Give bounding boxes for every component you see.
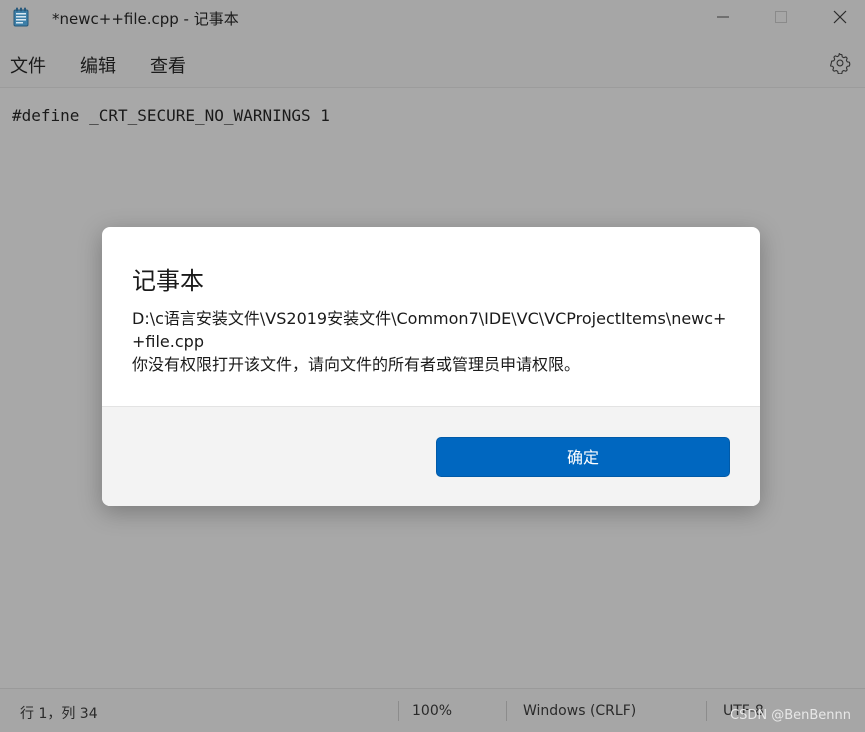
dialog-message: D:\c语言安装文件\VS2019安装文件\Common7\IDE\VC\VCP… <box>132 307 732 376</box>
line-ending: Windows (CRLF) <box>523 703 637 719</box>
notepad-icon <box>13 7 29 27</box>
title-bar: *newc++file.cpp - 记事本 <box>0 0 865 36</box>
window-title: *newc++file.cpp - 记事本 <box>52 10 239 28</box>
minimize-button[interactable] <box>700 0 746 34</box>
status-divider <box>706 701 707 721</box>
dialog-path-line1: D:\c语言安装文件\VS2019安装文件\Common7\IDE\VC\VCP… <box>132 309 727 328</box>
dialog-path-line2: +file.cpp <box>132 332 204 351</box>
dialog-footer: 确定 <box>102 406 760 506</box>
close-button[interactable] <box>817 0 863 34</box>
error-dialog: 记事本 D:\c语言安装文件\VS2019安装文件\Common7\IDE\VC… <box>102 227 760 506</box>
zoom-level: 100% <box>412 703 453 719</box>
cursor-position: 行 1，列 34 <box>20 706 98 722</box>
status-divider <box>398 701 399 721</box>
status-divider <box>506 701 507 721</box>
maximize-icon <box>775 11 787 23</box>
menu-bar: 文件 编辑 查看 <box>0 36 865 88</box>
dialog-title: 记事本 <box>132 267 204 295</box>
ok-button[interactable]: 确定 <box>436 437 730 477</box>
menu-file[interactable]: 文件 <box>10 52 46 78</box>
maximize-button[interactable] <box>758 0 804 34</box>
dialog-error-text: 你没有权限打开该文件，请向文件的所有者或管理员申请权限。 <box>132 355 581 374</box>
gear-icon[interactable] <box>829 52 851 74</box>
menu-edit[interactable]: 编辑 <box>80 52 116 78</box>
close-icon <box>833 10 847 24</box>
watermark: CSDN @BenBennn <box>730 708 851 723</box>
minimize-icon <box>717 16 729 18</box>
menu-view[interactable]: 查看 <box>150 52 186 78</box>
editor-text[interactable]: #define _CRT_SECURE_NO_WARNINGS 1 <box>12 106 330 125</box>
